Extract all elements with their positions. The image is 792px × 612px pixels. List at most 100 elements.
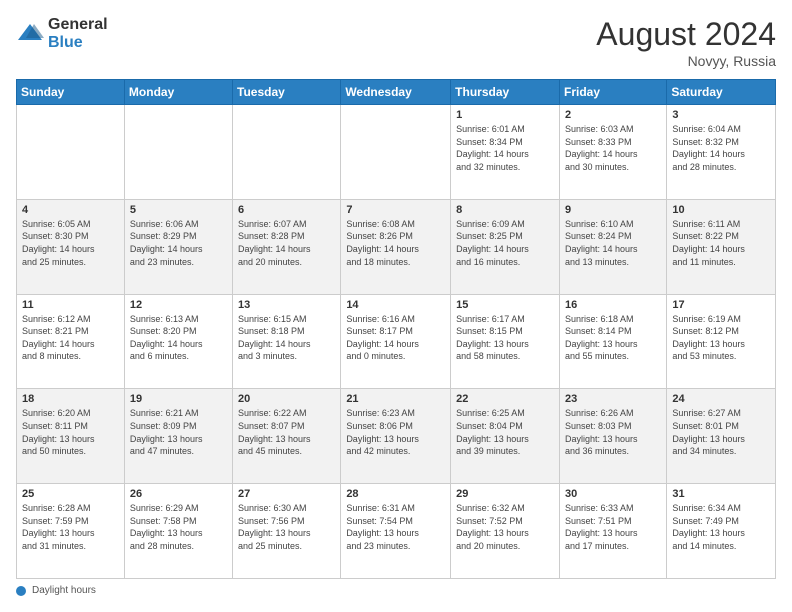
calendar-cell: 16Sunrise: 6:18 AM Sunset: 8:14 PM Dayli… — [559, 294, 666, 389]
day-info: Sunrise: 6:20 AM Sunset: 8:11 PM Dayligh… — [22, 407, 119, 457]
col-thursday: Thursday — [451, 80, 560, 105]
calendar-cell: 27 Sunrise: 6:30 AM Sunset: 7:56 PM Dayli… — [233, 484, 341, 579]
week-row-0: 1Sunrise: 6:01 AM Sunset: 8:34 PM Daylig… — [17, 105, 776, 200]
day-number: 27 — [238, 488, 335, 500]
calendar-cell — [233, 105, 341, 200]
logo-text: General Blue — [48, 16, 108, 51]
day-number: 26 — [130, 488, 227, 500]
day-number: 7 — [346, 204, 445, 216]
footer-dot-icon — [16, 586, 26, 596]
week-row-4: 25 Sunrise: 6:28 AM Sunset: 7:59 PM Dayli… — [17, 484, 776, 579]
day-info: Sunrise: 6:12 AM Sunset: 8:21 PM Dayligh… — [22, 313, 119, 363]
calendar-cell: 11 Sunrise: 6:12 AM Sunset: 8:21 PM Dayli… — [17, 294, 125, 389]
day-number: 17 — [672, 299, 770, 311]
day-number: 5 — [130, 204, 227, 216]
calendar-cell: 17 Sunrise: 6:19 AM Sunset: 8:12 PM Dayli… — [667, 294, 776, 389]
day-info: Sunrise: 6:03 AM Sunset: 8:33 PM Dayligh… — [565, 123, 661, 173]
calendar-cell: 26Sunrise: 6:29 AM Sunset: 7:58 PM Dayli… — [124, 484, 232, 579]
calendar-cell: 13 Sunrise: 6:15 AM Sunset: 8:18 PM Dayli… — [233, 294, 341, 389]
calendar-cell: 23 Sunrise: 6:26 AM Sunset: 8:03 PM Dayli… — [559, 389, 666, 484]
day-number: 24 — [672, 393, 770, 405]
day-info: Sunrise: 6:05 AM Sunset: 8:30 PM Dayligh… — [22, 218, 119, 268]
logo-general-label: General — [48, 16, 108, 34]
day-info: Sunrise: 6:19 AM Sunset: 8:12 PM Dayligh… — [672, 313, 770, 363]
calendar-cell: 15Sunrise: 6:17 AM Sunset: 8:15 PM Dayli… — [451, 294, 560, 389]
calendar-cell: 20 Sunrise: 6:22 AM Sunset: 8:07 PM Dayli… — [233, 389, 341, 484]
week-row-1: 4Sunrise: 6:05 AM Sunset: 8:30 PM Daylig… — [17, 199, 776, 294]
day-number: 19 — [130, 393, 227, 405]
day-number: 2 — [565, 109, 661, 121]
month-year: August 2024 — [596, 16, 776, 53]
day-number: 18 — [22, 393, 119, 405]
logo-icon — [16, 20, 44, 48]
day-number: 14 — [346, 299, 445, 311]
day-info: Sunrise: 6:32 AM Sunset: 7:52 PM Dayligh… — [456, 502, 554, 552]
day-number: 13 — [238, 299, 335, 311]
calendar-cell: 21Sunrise: 6:23 AM Sunset: 8:06 PM Dayli… — [341, 389, 451, 484]
calendar-cell — [17, 105, 125, 200]
day-number: 21 — [346, 393, 445, 405]
day-info: Sunrise: 6:09 AM Sunset: 8:25 PM Dayligh… — [456, 218, 554, 268]
day-info: Sunrise: 6:33 AM Sunset: 7:51 PM Dayligh… — [565, 502, 661, 552]
day-number: 28 — [346, 488, 445, 500]
calendar-cell: 28Sunrise: 6:31 AM Sunset: 7:54 PM Dayli… — [341, 484, 451, 579]
calendar-cell: 4Sunrise: 6:05 AM Sunset: 8:30 PM Daylig… — [17, 199, 125, 294]
day-number: 20 — [238, 393, 335, 405]
calendar-cell: 31 Sunrise: 6:34 AM Sunset: 7:49 PM Dayli… — [667, 484, 776, 579]
day-info: Sunrise: 6:30 AM Sunset: 7:56 PM Dayligh… — [238, 502, 335, 552]
day-number: 25 — [22, 488, 119, 500]
calendar: Sunday Monday Tuesday Wednesday Thursday… — [16, 79, 776, 579]
calendar-cell — [124, 105, 232, 200]
calendar-cell: 9Sunrise: 6:10 AM Sunset: 8:24 PM Daylig… — [559, 199, 666, 294]
day-info: Sunrise: 6:11 AM Sunset: 8:22 PM Dayligh… — [672, 218, 770, 268]
day-number: 10 — [672, 204, 770, 216]
day-info: Sunrise: 6:21 AM Sunset: 8:09 PM Dayligh… — [130, 407, 227, 457]
day-info: Sunrise: 6:06 AM Sunset: 8:29 PM Dayligh… — [130, 218, 227, 268]
day-number: 12 — [130, 299, 227, 311]
week-row-3: 18 Sunrise: 6:20 AM Sunset: 8:11 PM Dayli… — [17, 389, 776, 484]
day-info: Sunrise: 6:27 AM Sunset: 8:01 PM Dayligh… — [672, 407, 770, 457]
calendar-cell: 10 Sunrise: 6:11 AM Sunset: 8:22 PM Dayli… — [667, 199, 776, 294]
day-number: 30 — [565, 488, 661, 500]
day-number: 3 — [672, 109, 770, 121]
logo: General Blue — [16, 16, 108, 51]
calendar-cell: 8Sunrise: 6:09 AM Sunset: 8:25 PM Daylig… — [451, 199, 560, 294]
header: General Blue August 2024 Novyy, Russia — [16, 16, 776, 69]
day-info: Sunrise: 6:26 AM Sunset: 8:03 PM Dayligh… — [565, 407, 661, 457]
day-info: Sunrise: 6:22 AM Sunset: 8:07 PM Dayligh… — [238, 407, 335, 457]
footer: Daylight hours — [16, 585, 776, 596]
day-number: 23 — [565, 393, 661, 405]
col-tuesday: Tuesday — [233, 80, 341, 105]
day-number: 11 — [22, 299, 119, 311]
day-info: Sunrise: 6:34 AM Sunset: 7:49 PM Dayligh… — [672, 502, 770, 552]
location: Novyy, Russia — [596, 53, 776, 69]
calendar-cell: 19 Sunrise: 6:21 AM Sunset: 8:09 PM Dayli… — [124, 389, 232, 484]
week-row-2: 11 Sunrise: 6:12 AM Sunset: 8:21 PM Dayli… — [17, 294, 776, 389]
calendar-cell: 18 Sunrise: 6:20 AM Sunset: 8:11 PM Dayli… — [17, 389, 125, 484]
day-info: Sunrise: 6:01 AM Sunset: 8:34 PM Dayligh… — [456, 123, 554, 173]
day-info: Sunrise: 6:10 AM Sunset: 8:24 PM Dayligh… — [565, 218, 661, 268]
calendar-cell: 24 Sunrise: 6:27 AM Sunset: 8:01 PM Dayli… — [667, 389, 776, 484]
calendar-cell: 6Sunrise: 6:07 AM Sunset: 8:28 PM Daylig… — [233, 199, 341, 294]
day-number: 31 — [672, 488, 770, 500]
calendar-cell: 12Sunrise: 6:13 AM Sunset: 8:20 PM Dayli… — [124, 294, 232, 389]
day-info: Sunrise: 6:15 AM Sunset: 8:18 PM Dayligh… — [238, 313, 335, 363]
day-number: 29 — [456, 488, 554, 500]
calendar-cell: 3 Sunrise: 6:04 AM Sunset: 8:32 PM Daylig… — [667, 105, 776, 200]
day-info: Sunrise: 6:25 AM Sunset: 8:04 PM Dayligh… — [456, 407, 554, 457]
day-info: Sunrise: 6:07 AM Sunset: 8:28 PM Dayligh… — [238, 218, 335, 268]
col-monday: Monday — [124, 80, 232, 105]
col-wednesday: Wednesday — [341, 80, 451, 105]
day-info: Sunrise: 6:08 AM Sunset: 8:26 PM Dayligh… — [346, 218, 445, 268]
calendar-cell: 2 Sunrise: 6:03 AM Sunset: 8:33 PM Daylig… — [559, 105, 666, 200]
calendar-cell: 29 Sunrise: 6:32 AM Sunset: 7:52 PM Dayli… — [451, 484, 560, 579]
calendar-cell: 25 Sunrise: 6:28 AM Sunset: 7:59 PM Dayli… — [17, 484, 125, 579]
logo-blue-label: Blue — [48, 34, 108, 52]
col-friday: Friday — [559, 80, 666, 105]
day-info: Sunrise: 6:28 AM Sunset: 7:59 PM Dayligh… — [22, 502, 119, 552]
calendar-cell: 7 Sunrise: 6:08 AM Sunset: 8:26 PM Daylig… — [341, 199, 451, 294]
day-info: Sunrise: 6:04 AM Sunset: 8:32 PM Dayligh… — [672, 123, 770, 173]
header-row: Sunday Monday Tuesday Wednesday Thursday… — [17, 80, 776, 105]
col-sunday: Sunday — [17, 80, 125, 105]
calendar-cell — [341, 105, 451, 200]
